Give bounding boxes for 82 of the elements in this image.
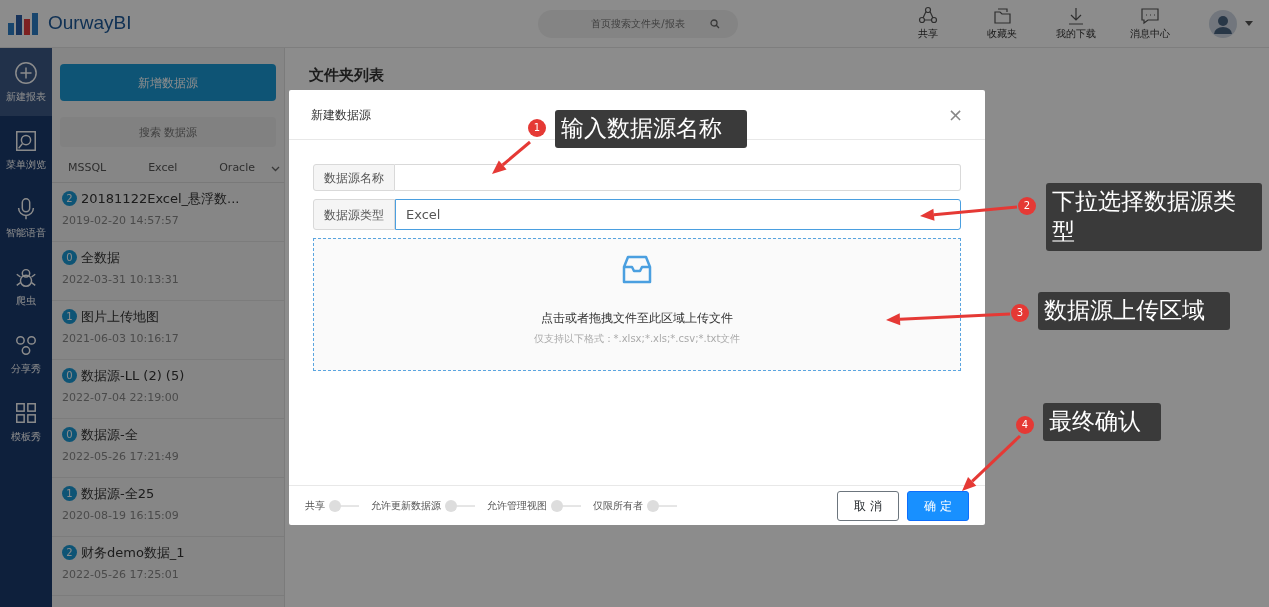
callout-text: 输入数据源名称: [555, 110, 747, 148]
toolbar-button[interactable]: 我的下载: [1041, 6, 1111, 41]
datasource-item[interactable]: 1 图片上传地图 2021-06-03 10:16:17: [52, 301, 284, 360]
toolbar-button[interactable]: 消息中心: [1115, 6, 1185, 41]
download-icon: [1066, 6, 1086, 26]
count-badge: 2: [62, 191, 77, 207]
dialog-title: 新建数据源: [311, 106, 371, 124]
upload-instruction: 点击或者拖拽文件至此区域上传文件: [541, 310, 733, 327]
nav-item[interactable]: 分享秀: [0, 320, 52, 388]
page-heading: 文件夹列表: [309, 65, 385, 86]
datasource-time: 2021-06-03 10:16:17: [62, 330, 180, 347]
filter-tab[interactable]: MSSQL: [68, 160, 107, 177]
datasource-time: 2019-02-20 14:57:57: [62, 212, 180, 229]
avatar-icon[interactable]: [1209, 9, 1237, 38]
filter-tab[interactable]: Oracle: [219, 160, 255, 177]
callout-text: 最终确认: [1043, 403, 1161, 441]
confirm-button[interactable]: 确 定: [907, 490, 969, 521]
count-badge: 0: [62, 250, 77, 266]
datasource-item[interactable]: 0 全数据 2022-03-31 10:13:31: [52, 242, 284, 301]
toggle-switch[interactable]: [445, 499, 475, 512]
datasource-time: 2022-05-26 17:25:01: [62, 566, 180, 583]
nav-item[interactable]: 爬虫: [0, 252, 52, 320]
toggle-label: 共享: [305, 499, 325, 513]
toggle-label: 允许管理视图: [487, 499, 547, 513]
chevron-down-icon[interactable]: [271, 165, 280, 172]
count-badge: 1: [62, 486, 77, 502]
upload-dropzone[interactable]: 点击或者拖拽文件至此区域上传文件 仅支持以下格式：*.xlsx;*.xls;*.csv;*.txt文件: [313, 238, 961, 371]
field-label: 数据源名称: [313, 164, 395, 191]
input-field[interactable]: [395, 164, 961, 191]
toolbar-button[interactable]: 共享: [893, 6, 963, 41]
datasource-name: 数据源-LL (2) (5): [81, 367, 185, 385]
inbox-icon: [620, 255, 654, 285]
datasource-name: 财务demo数据_1: [81, 544, 185, 562]
caret-icon[interactable]: [1245, 21, 1253, 26]
datasource-time: 2022-07-04 22:19:00: [62, 389, 180, 406]
toggle-label: 允许更新数据源: [371, 499, 441, 513]
count-badge: 2: [62, 545, 77, 561]
input-field[interactable]: Excel: [395, 199, 961, 230]
folder-icon: [992, 6, 1012, 26]
nav-item[interactable]: 模板秀: [0, 388, 52, 456]
share-icon: [918, 6, 938, 26]
datasource-item[interactable]: 2 财务demo数据_1 2022-05-26 17:25:01: [52, 537, 284, 596]
search-icon[interactable]: [710, 18, 720, 29]
datasource-name: 图片上传地图: [81, 308, 159, 326]
search-field[interactable]: 首页搜索文件夹/报表: [538, 9, 738, 38]
toggle-label: 仅限所有者: [593, 499, 643, 513]
datasource-name: 数据源-全: [81, 426, 138, 444]
new-datasource-button[interactable]: 新增数据源: [60, 64, 276, 101]
callout-text: 数据源上传区域: [1038, 292, 1230, 330]
callout-text: 下拉选择数据源类型: [1046, 183, 1262, 251]
toggle-switch[interactable]: [647, 499, 677, 512]
cancel-button[interactable]: 取 消: [837, 490, 900, 521]
datasource-item[interactable]: 0 数据源-LL (2) (5) 2022-07-04 22:19:00: [52, 360, 284, 419]
filter-tab[interactable]: Excel: [148, 160, 178, 177]
count-badge: 1: [62, 309, 77, 325]
search-icon: [14, 128, 38, 153]
app-logo-text: OurwayBI: [48, 11, 132, 36]
arrow: [492, 140, 531, 174]
datasource-item[interactable]: 2 20181122Excel_悬浮数... 2019-02-20 14:57:57: [52, 183, 284, 242]
datasource-time: 2022-05-26 17:21:49: [62, 448, 180, 465]
toggle-switch[interactable]: [551, 499, 581, 512]
datasource-name: 数据源-全25: [81, 485, 155, 503]
field-label: 数据源类型: [313, 199, 395, 230]
arrow: [962, 434, 1022, 491]
nav-item[interactable]: 菜单浏览: [0, 116, 52, 184]
datasource-time: 2020-08-19 16:15:09: [62, 507, 180, 524]
datasource-item[interactable]: 0 数据源-全 2022-05-26 17:21:49: [52, 419, 284, 478]
count-badge: 0: [62, 427, 77, 443]
upload-hint: 仅支持以下格式：*.xlsx;*.xls;*.csv;*.txt文件: [533, 332, 741, 346]
datasource-name: 20181122Excel_悬浮数...: [81, 190, 240, 208]
nav-item[interactable]: 新建报表: [0, 48, 52, 116]
datasource-name: 全数据: [81, 249, 120, 267]
datasource-time: 2022-03-31 10:13:31: [62, 271, 180, 288]
add-icon: [14, 60, 38, 85]
datasource-item[interactable]: 1 数据源-全25 2020-08-19 16:15:09: [52, 478, 284, 537]
close-button[interactable]: ×: [947, 105, 963, 124]
count-badge: 0: [62, 368, 77, 384]
message-icon: [1140, 6, 1160, 26]
nav-item[interactable]: 智能语音: [0, 184, 52, 252]
toolbar-button[interactable]: 收藏夹: [967, 6, 1037, 41]
toggle-switch[interactable]: [329, 499, 359, 512]
grid-icon: [14, 400, 38, 425]
